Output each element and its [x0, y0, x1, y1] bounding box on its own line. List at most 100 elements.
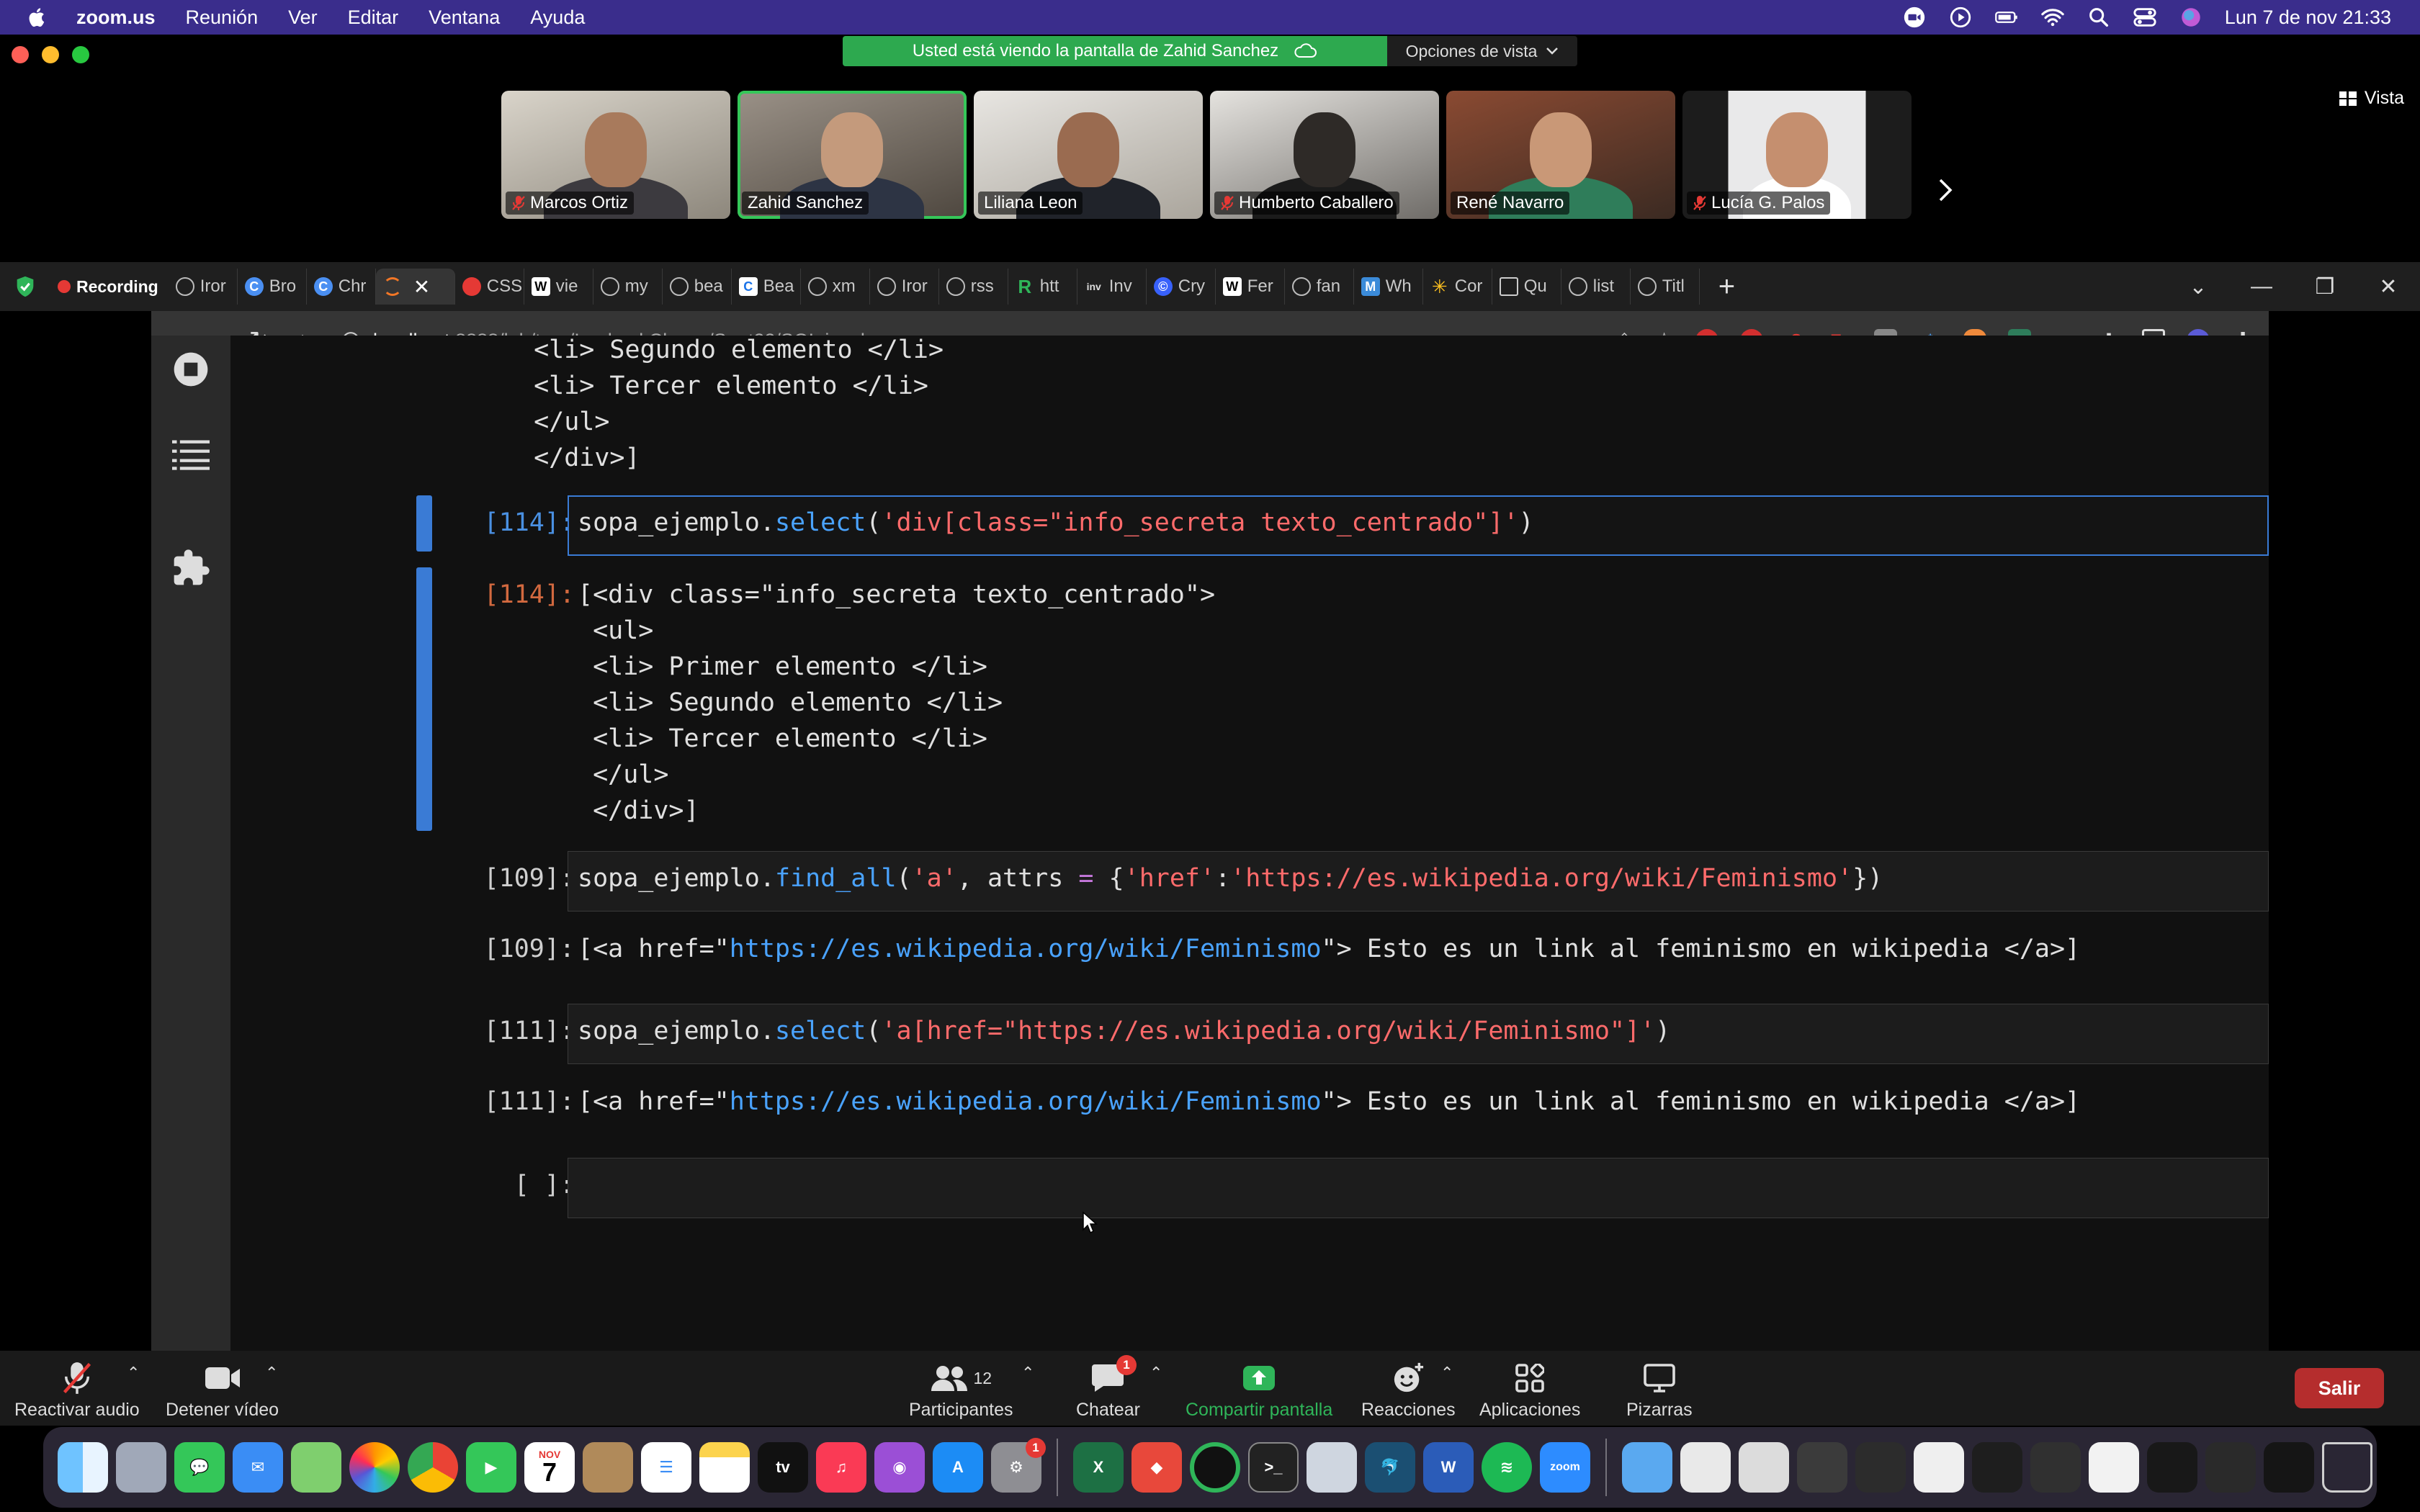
view-options-button[interactable]: Opciones de vista: [1387, 36, 1577, 66]
menu-ver[interactable]: Ver: [288, 6, 318, 29]
browser-tab[interactable]: C Bea: [732, 269, 801, 305]
minimized-window-thumbnail[interactable]: [2205, 1442, 2256, 1493]
chat-caret-icon[interactable]: ⌃: [1150, 1364, 1162, 1382]
siri-icon[interactable]: [2179, 5, 2203, 30]
calendar-icon[interactable]: NOV 7: [524, 1442, 575, 1493]
mysql-workbench-icon[interactable]: 🐬: [1365, 1442, 1415, 1493]
unmute-audio-button[interactable]: Reactivar audio: [14, 1361, 140, 1421]
browser-tab[interactable]: Rhtt: [1008, 269, 1077, 305]
menu-ayuda[interactable]: Ayuda: [530, 6, 585, 29]
recording-indicator[interactable]: Recording: [58, 277, 158, 297]
minimized-window-thumbnail[interactable]: [2147, 1442, 2197, 1493]
apple-tv-icon[interactable]: tv: [758, 1442, 808, 1493]
browser-tab[interactable]: inv Inv: [1077, 269, 1147, 305]
music-icon[interactable]: ♫: [816, 1442, 866, 1493]
finder-icon[interactable]: [58, 1442, 108, 1493]
reactions-caret-icon[interactable]: ⌃: [1440, 1364, 1453, 1382]
messages-icon[interactable]: 💬: [174, 1442, 225, 1493]
photos-icon[interactable]: [349, 1442, 400, 1493]
code-line[interactable]: sopa_ejemplo.find_all('a', attrs = {'hre…: [578, 864, 1883, 893]
zoom-icon[interactable]: zoom: [1540, 1442, 1590, 1493]
play-icon[interactable]: [1948, 5, 1973, 30]
stop-video-button[interactable]: Detener vídeo: [166, 1361, 279, 1421]
browser-tab[interactable]: Wvie: [524, 269, 593, 305]
participants-button[interactable]: 12 Participantes: [909, 1361, 1013, 1421]
leave-meeting-button[interactable]: Salir: [2295, 1368, 2384, 1408]
empty-code-cell[interactable]: [568, 1158, 2269, 1218]
browser-tab[interactable]: CSS: [455, 269, 524, 305]
contacts-icon[interactable]: [583, 1442, 633, 1493]
apps-button[interactable]: Aplicaciones: [1479, 1361, 1580, 1421]
minimized-window-thumbnail[interactable]: [1914, 1442, 1964, 1493]
activity-ring-icon[interactable]: [1190, 1442, 1240, 1493]
browser-tab[interactable]: M Wh: [1354, 269, 1423, 305]
minimized-window-thumbnail[interactable]: [1739, 1442, 1789, 1493]
app-store-icon[interactable]: A: [933, 1442, 983, 1493]
participant-tile[interactable]: René Navarro: [1446, 91, 1675, 219]
participant-tile[interactable]: Marcos Ortiz: [501, 91, 730, 219]
battery-icon[interactable]: [1994, 5, 2019, 30]
menu-reunion[interactable]: Reunión: [186, 6, 259, 29]
share-screen-button[interactable]: Compartir pantalla: [1186, 1361, 1332, 1421]
git-icon[interactable]: ◆: [1131, 1442, 1182, 1493]
menubar-clock[interactable]: Lun 7 de nov 21:33: [2225, 6, 2391, 29]
close-tab-icon[interactable]: ✕: [413, 275, 430, 299]
participants-caret-icon[interactable]: ⌃: [1021, 1364, 1034, 1382]
browser-tab[interactable]: list: [1561, 269, 1631, 305]
browser-tab[interactable]: Titl: [1631, 269, 1700, 305]
browser-tab[interactable]: C Bro: [238, 269, 307, 305]
output-link[interactable]: https://es.wikipedia.org/wiki/Feminismo: [730, 935, 1322, 963]
browser-tab[interactable]: Iror: [169, 269, 238, 305]
podcasts-icon[interactable]: ◉: [874, 1442, 925, 1493]
downloads-folder-icon[interactable]: [1622, 1442, 1672, 1493]
terminal-icon[interactable]: >_: [1248, 1442, 1299, 1493]
browser-tab[interactable]: W Fer: [1216, 269, 1285, 305]
zoom-window-button[interactable]: [72, 46, 89, 63]
extensions-puzzle-icon[interactable]: [166, 543, 216, 593]
participant-tile[interactable]: Humberto Caballero: [1210, 91, 1439, 219]
browser-tab[interactable]: © Cry: [1147, 269, 1216, 305]
facetime-icon[interactable]: ▶: [466, 1442, 516, 1493]
video-options-caret-icon[interactable]: ⌃: [265, 1364, 278, 1382]
browser-tab[interactable]: xm: [801, 269, 870, 305]
mail-icon[interactable]: ✉: [233, 1442, 283, 1493]
menu-app-name[interactable]: zoom.us: [76, 6, 156, 29]
output-link[interactable]: https://es.wikipedia.org/wiki/Feminismo: [730, 1087, 1322, 1116]
tab-search-chevron-icon[interactable]: ⌄: [2166, 274, 2230, 300]
minimized-window-thumbnail[interactable]: [2030, 1442, 2081, 1493]
menu-editar[interactable]: Editar: [348, 6, 399, 29]
table-of-contents-icon[interactable]: [166, 429, 216, 480]
new-tab-button[interactable]: +: [1718, 271, 1735, 303]
spotify-icon[interactable]: ≋: [1482, 1442, 1532, 1493]
code-line[interactable]: sopa_ejemplo.select('div[class="info_sec…: [578, 508, 1534, 537]
word-icon[interactable]: W: [1423, 1442, 1474, 1493]
system-settings-icon[interactable]: ⚙ 1: [991, 1438, 1046, 1493]
minimized-window-thumbnail[interactable]: [2264, 1442, 2314, 1493]
chrome-icon[interactable]: [408, 1442, 458, 1493]
browser-tab[interactable]: my: [593, 269, 663, 305]
preview-icon[interactable]: [1307, 1442, 1357, 1493]
browser-tab[interactable]: Qu: [1492, 269, 1561, 305]
code-line[interactable]: sopa_ejemplo.select('a[href="https://es.…: [578, 1017, 1670, 1045]
browser-tab[interactable]: ✳ Cor: [1423, 269, 1492, 305]
restore-icon[interactable]: ❐: [2293, 274, 2357, 300]
zoom-status-icon[interactable]: [1902, 5, 1927, 30]
minimized-window-thumbnail[interactable]: [1680, 1442, 1731, 1493]
participant-tile-active[interactable]: Zahid Sanchez: [738, 91, 967, 219]
minimized-window-thumbnail[interactable]: [1972, 1442, 2022, 1493]
chevron-right-icon[interactable]: [1935, 176, 1956, 204]
launchpad-icon[interactable]: [116, 1442, 166, 1493]
reminders-icon[interactable]: ☰: [641, 1442, 691, 1493]
browser-tab[interactable]: Iror: [870, 269, 939, 305]
spotlight-search-icon[interactable]: [2087, 5, 2111, 30]
running-kernels-icon[interactable]: [166, 344, 216, 395]
browser-tab[interactable]: bea: [663, 269, 732, 305]
excel-icon[interactable]: X: [1073, 1442, 1124, 1493]
notes-icon[interactable]: [699, 1442, 750, 1493]
vista-button[interactable]: Vista: [2339, 88, 2404, 109]
apple-menu-icon[interactable]: [26, 4, 52, 30]
maps-icon[interactable]: [291, 1442, 341, 1493]
minimize-window-button[interactable]: [42, 46, 59, 63]
browser-tab-active[interactable]: ✕: [375, 269, 455, 305]
menu-ventana[interactable]: Ventana: [429, 6, 500, 29]
